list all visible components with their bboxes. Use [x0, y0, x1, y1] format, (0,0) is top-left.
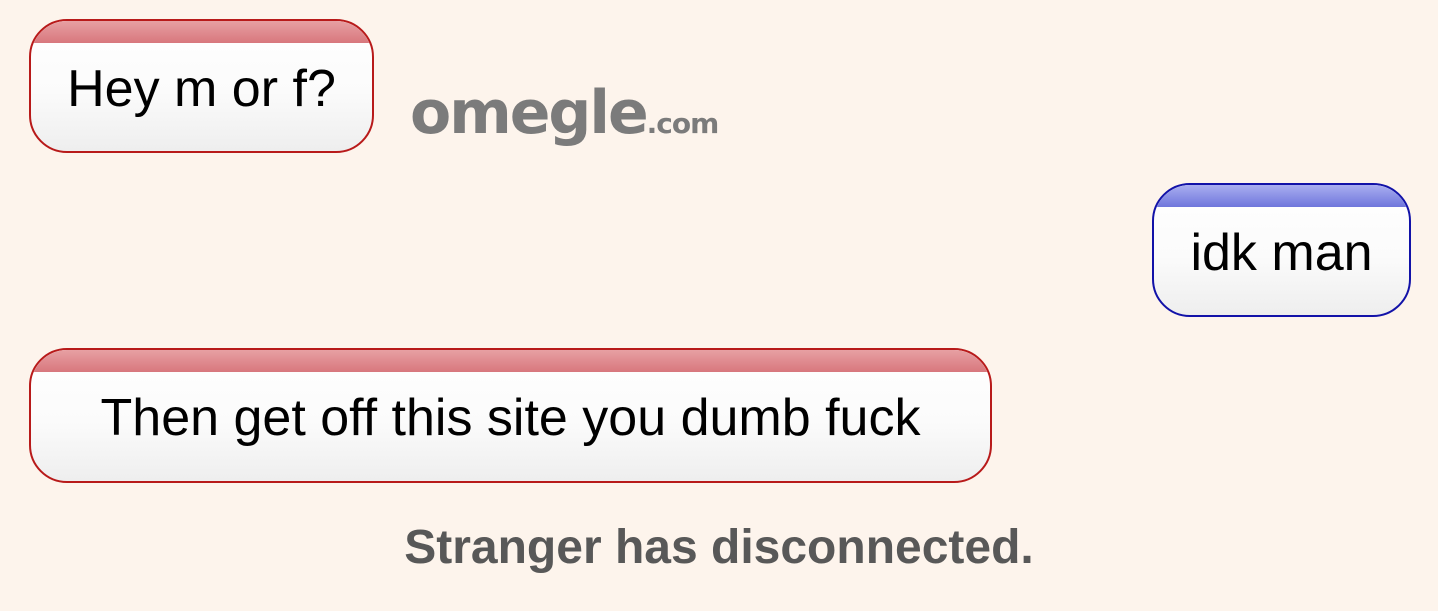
bubble-cap	[31, 21, 372, 43]
logo-domain-suffix: .com	[646, 107, 720, 140]
disconnect-status-text: Stranger has disconnected.	[404, 521, 1034, 574]
bubble-cap	[1154, 185, 1409, 207]
stranger-message-bubble: Then get off this site you dumb fuck	[29, 348, 992, 483]
message-text: Hey m or f?	[67, 60, 336, 118]
logo-name: omegle	[410, 78, 649, 148]
message-text: Then get off this site you dumb fuck	[100, 389, 921, 447]
omegle-watermark-logo: omegle.com	[410, 78, 720, 148]
message-text: idk man	[1190, 224, 1373, 282]
you-message-bubble: idk man	[1152, 183, 1411, 317]
stranger-message-bubble: Hey m or f?	[29, 19, 374, 153]
bubble-cap	[31, 350, 990, 372]
